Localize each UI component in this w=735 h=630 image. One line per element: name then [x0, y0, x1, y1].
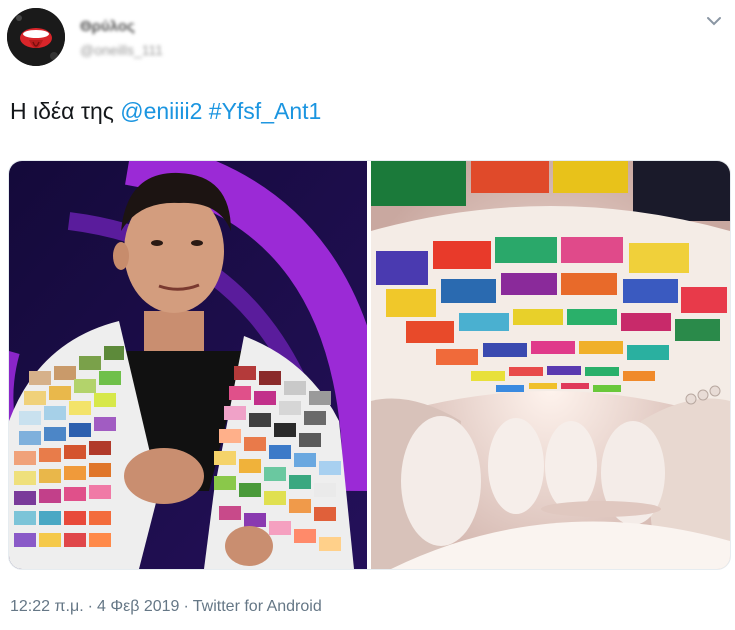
mention-link[interactable]: @eniiii2: [120, 98, 202, 124]
media-photo-tunnel[interactable]: [371, 161, 730, 569]
tweet-time[interactable]: 12:22 π.μ.: [10, 598, 84, 615]
media-photo-host[interactable]: [9, 161, 367, 569]
tweet-meta: 12:22 π.μ. · 4 Φεβ 2019 · Twitter for Androi…: [10, 598, 326, 616]
tweet-lead-text: Η ιδέα της: [10, 98, 121, 124]
tweet-date[interactable]: 4 Φεβ 2019: [97, 598, 179, 615]
user-display-name[interactable]: Θρύλος: [80, 18, 135, 35]
hashtag-link[interactable]: #Yfsf_Ant1: [209, 98, 322, 124]
tweet-source[interactable]: Twitter for Android: [193, 598, 322, 615]
meta-separator-2: ·: [183, 598, 189, 615]
tweet-media: [8, 160, 731, 570]
tongue-logo-icon: [7, 8, 65, 66]
user-handle[interactable]: @oneills_111: [80, 42, 163, 58]
tweet-text: Η ιδέα της @eniiii2 #Yfsf_Ant1: [10, 98, 321, 125]
chevron-down-icon[interactable]: [705, 14, 723, 28]
meta-separator: ·: [87, 598, 93, 615]
avatar[interactable]: [7, 8, 65, 66]
